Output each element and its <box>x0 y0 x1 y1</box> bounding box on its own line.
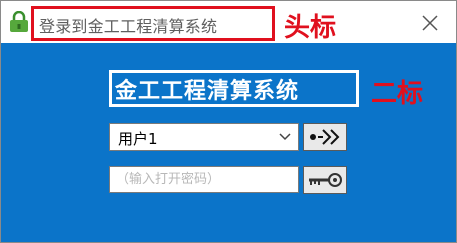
user-select-value: 用户1 <box>118 130 158 148</box>
next-arrows-icon <box>304 124 346 150</box>
lock-icon <box>9 10 29 33</box>
heading-highlight-box <box>109 70 359 107</box>
title-bar: 登录到金工工程清算系统 头标 <box>1 1 456 43</box>
heading-area: 金工工程清算系统 <box>109 70 359 107</box>
password-input[interactable] <box>109 166 299 193</box>
title-annotation: 头标 <box>284 13 337 43</box>
user-select[interactable]: 用户1 <box>109 123 299 151</box>
login-panel: 金工工程清算系统 二标 用户1 <box>1 43 456 242</box>
next-button[interactable] <box>303 123 347 151</box>
title-highlight-box <box>31 6 275 41</box>
heading-annotation: 二标 <box>371 79 424 109</box>
chevron-down-icon[interactable] <box>278 131 292 143</box>
key-button[interactable] <box>303 166 347 194</box>
close-icon[interactable] <box>418 11 442 35</box>
key-icon <box>304 167 346 193</box>
login-window: 登录到金工工程清算系统 头标 金工工程清算系统 二标 用户1 <box>0 0 457 243</box>
